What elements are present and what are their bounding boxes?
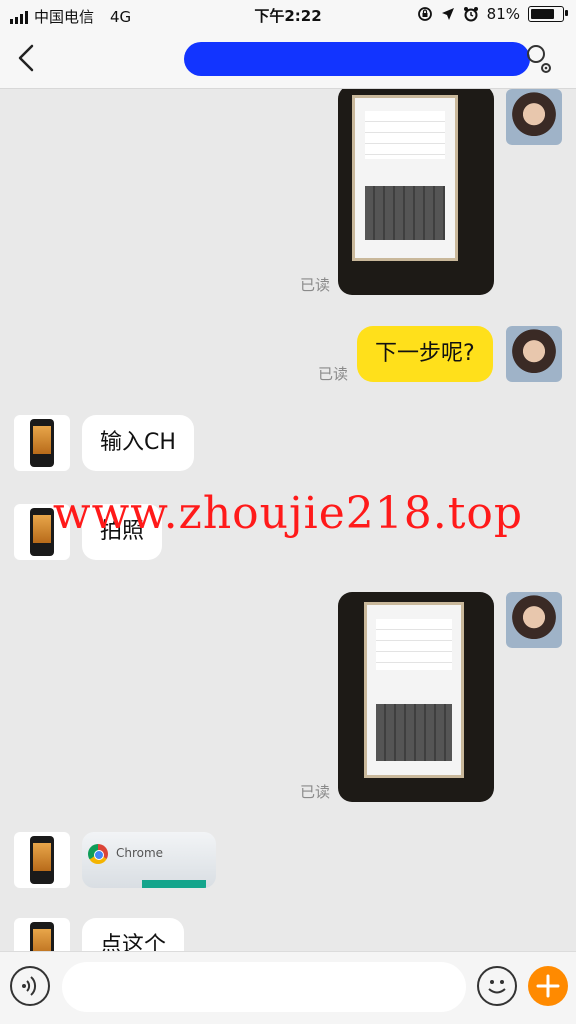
battery-level: [531, 9, 554, 19]
text-message-other[interactable]: 拍照: [82, 504, 163, 560]
contact-avatar[interactable]: [14, 415, 70, 471]
input-bar: [0, 951, 576, 1024]
photo-keyboard: [376, 703, 452, 762]
read-receipt: 已读: [300, 783, 331, 801]
text-message-mine[interactable]: 下一步呢?: [357, 326, 493, 382]
battery-percent: 81%: [486, 5, 520, 23]
image-message[interactable]: [338, 89, 494, 295]
voice-button[interactable]: [10, 966, 50, 1006]
text-message-other[interactable]: 输入CH: [82, 415, 194, 471]
status-bar: 中国电信 4G 下午2:22 81%: [0, 0, 576, 30]
my-avatar[interactable]: [506, 89, 562, 145]
alarm-icon: [463, 7, 478, 22]
my-avatar[interactable]: [506, 592, 562, 648]
contact-avatar[interactable]: [14, 832, 70, 888]
image-message[interactable]: [338, 592, 494, 802]
chat-profile-button[interactable]: [522, 42, 554, 76]
more-button[interactable]: [528, 966, 568, 1006]
my-avatar[interactable]: [506, 326, 562, 382]
rotation-lock-icon: [417, 7, 432, 21]
contact-avatar[interactable]: [14, 918, 70, 951]
photo-keyboard: [365, 186, 445, 241]
message-input[interactable]: [62, 962, 466, 1012]
chrome-icon: [88, 844, 108, 864]
contact-avatar[interactable]: [14, 504, 70, 560]
redacted-title: [184, 42, 530, 76]
photo-screen: [364, 602, 464, 778]
emoji-button[interactable]: [477, 966, 517, 1006]
location-icon: [441, 8, 454, 20]
text-message-other[interactable]: 点这个: [82, 918, 185, 951]
photo-suggestions: [376, 618, 452, 670]
read-receipt: 已读: [318, 365, 349, 383]
battery-icon: [528, 6, 568, 22]
read-receipt: 已读: [300, 276, 331, 294]
nav-bar: [0, 30, 576, 89]
emoji-icon: [488, 980, 506, 994]
image-caption: Chrome: [116, 846, 164, 860]
chevron-left-icon: [18, 44, 34, 72]
image-message[interactable]: Chrome: [82, 832, 216, 888]
voice-icon: [22, 976, 37, 996]
image-accent-bar: [142, 880, 206, 888]
message-list[interactable]: 已读 下一步呢? 已读 输入CH 拍照 已读 Chrome 点这个: [0, 89, 576, 951]
back-button[interactable]: [10, 40, 46, 76]
person-settings-icon: [527, 45, 551, 73]
status-right: 81%: [417, 5, 568, 23]
photo-suggestions: [365, 110, 445, 159]
plus-icon: [536, 974, 560, 998]
photo-screen: [352, 95, 458, 261]
chat-screen: 中国电信 4G 下午2:22 81% 已读 下一步呢? 已读 输入CH 拍照 已…: [0, 0, 576, 1024]
